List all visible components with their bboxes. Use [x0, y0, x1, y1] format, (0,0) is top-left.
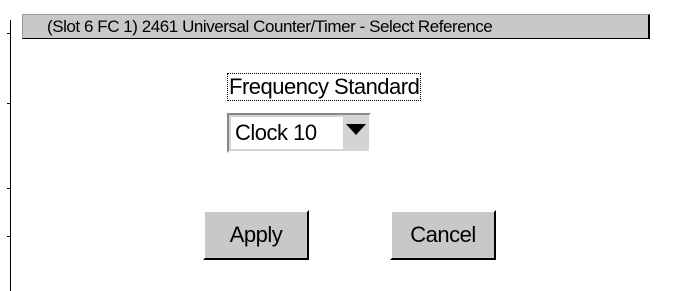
edge-tick [7, 188, 10, 189]
edge-tick [7, 103, 10, 104]
left-edge-divider [10, 20, 11, 291]
screen: (Slot 6 FC 1) 2461 Universal Counter/Tim… [0, 0, 673, 291]
dropdown-value-field: Clock 10 [231, 117, 343, 149]
apply-button[interactable]: Apply [203, 210, 309, 260]
edge-tick [7, 33, 10, 34]
dropdown-selected-value: Clock 10 [235, 120, 317, 145]
frequency-standard-label: Frequency Standard [227, 73, 422, 101]
frequency-standard-dropdown[interactable]: Clock 10 [227, 113, 371, 153]
cancel-button[interactable]: Cancel [390, 210, 496, 260]
window-title: (Slot 6 FC 1) 2461 Universal Counter/Tim… [47, 17, 493, 36]
window-titlebar[interactable]: (Slot 6 FC 1) 2461 Universal Counter/Tim… [22, 14, 650, 39]
triangle-down-icon[interactable] [346, 124, 366, 135]
edge-tick [7, 236, 10, 237]
